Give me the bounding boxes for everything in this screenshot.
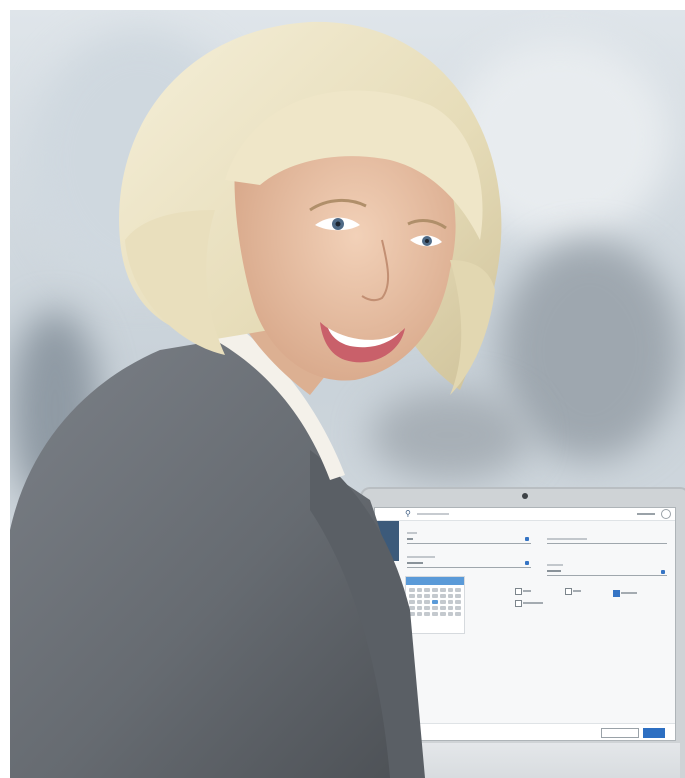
- photo-scene: ⚲: [10, 10, 685, 778]
- woman-portrait: [10, 21, 502, 778]
- pupil: [425, 239, 429, 243]
- pupil: [335, 221, 341, 227]
